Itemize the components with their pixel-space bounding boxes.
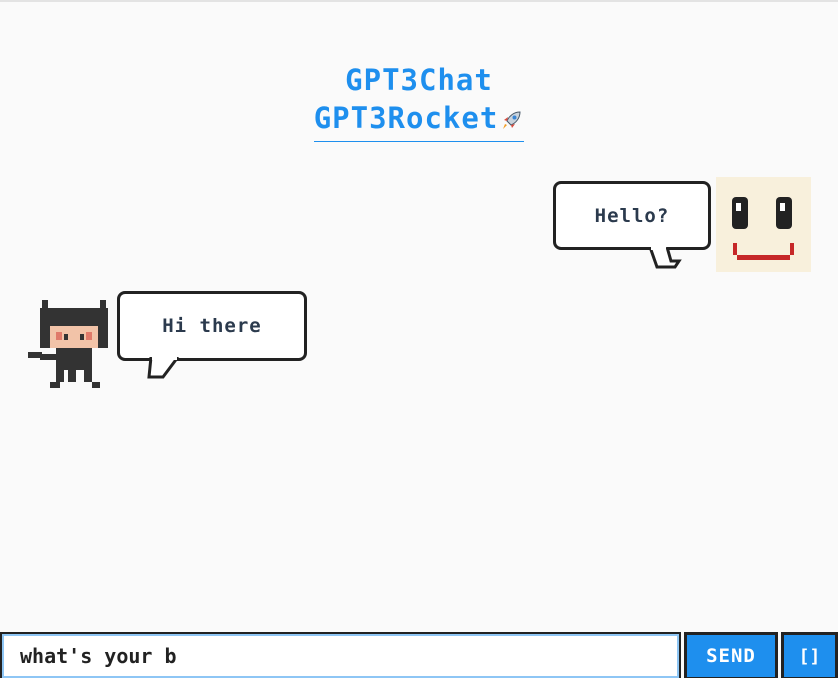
message-composer: SEND [] <box>0 630 838 678</box>
bot-message-text: Hi there <box>162 315 262 337</box>
user-bubble-tail <box>648 247 682 269</box>
app-header: GPT3Chat GPT3Rocket <box>0 60 838 142</box>
user-avatar <box>716 177 811 272</box>
rocket-icon <box>500 104 524 140</box>
bot-bubble-tail <box>147 357 180 379</box>
app-title: GPT3Chat <box>345 63 493 97</box>
send-button[interactable]: SEND <box>684 632 778 678</box>
user-message-bubble: Hello? <box>553 181 711 250</box>
message-input[interactable] <box>0 632 681 678</box>
gpt3rocket-link[interactable]: GPT3Rocket <box>313 100 525 142</box>
gpt3rocket-link-label: GPT3Rocket <box>313 101 499 135</box>
mic-button[interactable]: [] <box>781 632 838 678</box>
user-message-text: Hello? <box>594 204 670 227</box>
octocat-avatar <box>26 298 112 390</box>
bot-message-bubble: Hi there <box>117 291 307 361</box>
